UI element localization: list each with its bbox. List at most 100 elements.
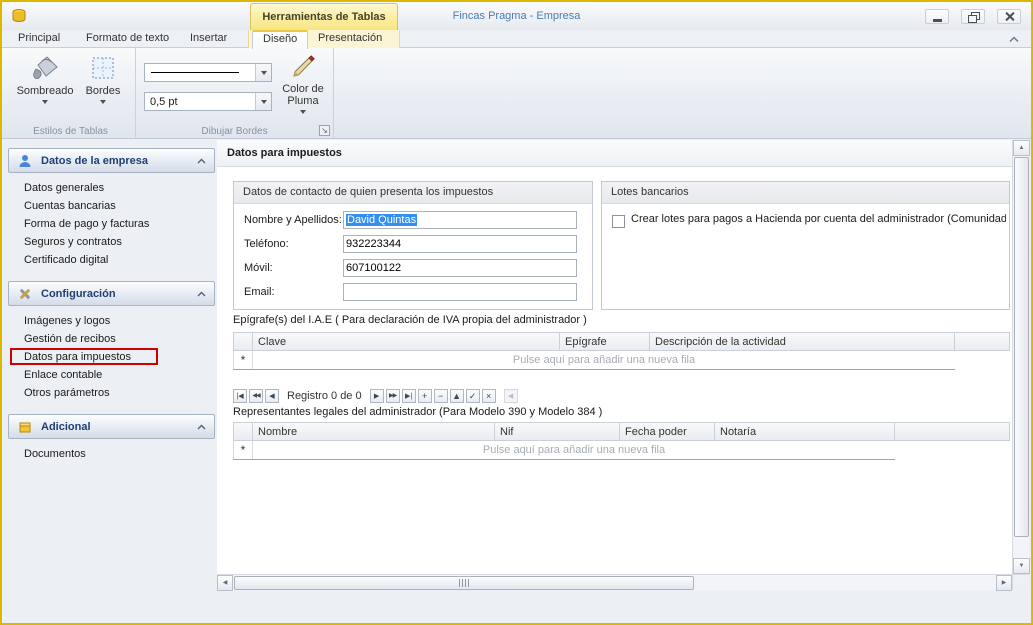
nombre-apellidos-input[interactable]: David Quintas (343, 211, 577, 229)
telefono-value: 932223344 (346, 238, 401, 250)
contextual-tab-group-header: Herramientas de Tablas (250, 3, 398, 30)
column-header-fecha-poder[interactable]: Fecha poder (620, 422, 715, 441)
nav-delete-button[interactable]: − (434, 389, 448, 403)
tab-diseno[interactable]: Diseño (252, 30, 308, 49)
iae-grid-header: Clave Epígrafe Descripción de la activid… (233, 332, 1010, 351)
tab-insertar[interactable]: Insertar (180, 30, 237, 48)
group-label-estilos: Estilos de Tablas (6, 126, 135, 137)
restore-button[interactable] (961, 9, 985, 24)
group-header-label: Datos de la empresa (41, 155, 148, 167)
new-row[interactable]: * Pulse aquí para añadir una nueva fila (233, 351, 955, 370)
color-de-pluma-button[interactable]: Color de Pluma (276, 52, 330, 114)
chevron-up-icon (197, 424, 206, 430)
tab-principal[interactable]: Principal (8, 30, 70, 48)
sidebar-item-certificado-digital[interactable]: Certificado digital (8, 251, 215, 269)
lotes-checkbox[interactable] (612, 215, 625, 228)
ribbon-collapse-button[interactable] (1005, 33, 1023, 46)
sidebar-item-imagenes-logos[interactable]: Imágenes y logos (8, 312, 215, 330)
line-style-dropdown-button[interactable] (255, 64, 271, 81)
ribbon-group-dibujar-bordes: 0,5 pt Color de Pluma Dibujar Bordes ↘ (136, 48, 334, 138)
line-width-select[interactable]: 0,5 pt (144, 92, 272, 111)
telefono-label: Teléfono: (244, 235, 289, 253)
minimize-icon (933, 19, 942, 22)
paint-bucket-icon (30, 54, 60, 82)
sidebar-item-datos-impuestos[interactable]: Datos para impuestos (8, 348, 215, 366)
sidebar-item-forma-de-pago[interactable]: Forma de pago y facturas (8, 215, 215, 233)
column-header-nombre[interactable]: Nombre (253, 422, 495, 441)
iae-grid: Clave Epígrafe Descripción de la activid… (233, 332, 1010, 370)
scroll-left-button[interactable]: ◀ (217, 575, 233, 591)
nav-prev-button[interactable]: ◀ (265, 389, 279, 403)
new-row-hint[interactable]: Pulse aquí para añadir una nueva fila (253, 441, 895, 459)
email-input[interactable] (343, 283, 577, 301)
vertical-scrollbar-thumb[interactable] (1014, 157, 1029, 537)
scroll-right-button[interactable]: ▶ (996, 575, 1012, 591)
column-header-clave[interactable]: Clave (253, 332, 560, 351)
scroll-down-button[interactable]: ▼ (1013, 558, 1030, 574)
nav-first-button[interactable]: |◀ (233, 389, 247, 403)
column-header-descripcion[interactable]: Descripción de la actividad (650, 332, 955, 351)
nav-prev-page-button[interactable]: ◀◀ (249, 389, 263, 403)
ribbon-group-estilos-de-tablas: Sombreado Bordes Estilos de Tablas (6, 48, 136, 138)
tab-presentacion[interactable]: Presentación (308, 30, 392, 48)
ribbon-tab-row: Principal Formato de texto Insertar Dise… (2, 30, 1031, 48)
app-window: Fincas Pragma - Empresa Herramientas de … (0, 0, 1033, 625)
column-header-filler (895, 422, 1010, 441)
scrollbar-corner (1012, 574, 1029, 590)
sidebar-group-configuracion[interactable]: Configuración (8, 281, 215, 306)
nav-next-button[interactable]: ▶ (370, 389, 384, 403)
nombre-apellidos-label: Nombre y Apellidos: (244, 211, 342, 229)
nav-post-button[interactable]: ✓ (466, 389, 480, 403)
horizontal-scrollbar[interactable]: ◀ ▶ (217, 574, 1012, 590)
scroll-up-button[interactable]: ▲ (1013, 140, 1030, 156)
pen-color-icon (290, 54, 316, 80)
bordes-label: Bordes (86, 85, 121, 97)
sombreado-button[interactable]: Sombreado (18, 52, 72, 104)
column-header-notaria[interactable]: Notaría (715, 422, 895, 441)
horizontal-scrollbar-thumb[interactable] (234, 576, 694, 590)
sidebar-item-gestion-recibos[interactable]: Gestión de recibos (8, 330, 215, 348)
sidebar-item-datos-generales[interactable]: Datos generales (8, 179, 215, 197)
chevron-down-icon (261, 100, 267, 104)
tab-formato-texto[interactable]: Formato de texto (76, 30, 179, 48)
sidebar-group-datos-empresa[interactable]: Datos de la empresa (8, 148, 215, 173)
sidebar: Datos de la empresa Datos generales Cuen… (8, 148, 215, 475)
sidebar-item-cuentas-bancarias[interactable]: Cuentas bancarias (8, 197, 215, 215)
color-pluma-label: Color de Pluma (277, 83, 329, 107)
sidebar-item-seguros-contratos[interactable]: Seguros y contratos (8, 233, 215, 251)
lotes-checkbox-label[interactable]: Crear lotes para pagos a Hacienda por cu… (631, 213, 1006, 225)
sidebar-item-documentos[interactable]: Documentos (8, 445, 215, 463)
sidebar-items-group1: Datos generales Cuentas bancarias Forma … (8, 179, 215, 269)
contact-groupbox-title: Datos de contacto de quien presenta los … (234, 182, 592, 204)
nav-next-page-button[interactable]: ▶▶ (386, 389, 400, 403)
chevron-down-icon (300, 110, 306, 114)
minimize-button[interactable] (925, 9, 949, 24)
main-area: Datos de la empresa Datos generales Cuen… (2, 139, 1031, 623)
nav-edit-button[interactable]: ▲ (450, 389, 464, 403)
new-row[interactable]: * Pulse aquí para añadir una nueva fila (233, 441, 895, 460)
column-header-nif[interactable]: Nif (495, 422, 620, 441)
column-header-epigrafe[interactable]: Epígrafe (560, 332, 650, 351)
sidebar-item-otros-parametros[interactable]: Otros parámetros (8, 384, 215, 402)
row-indicator-icon: * (233, 351, 253, 369)
new-row-hint[interactable]: Pulse aquí para añadir una nueva fila (253, 351, 955, 369)
box-icon (17, 419, 33, 435)
movil-input[interactable]: 607100122 (343, 259, 577, 277)
close-icon (1004, 11, 1015, 22)
nav-last-button[interactable]: ▶| (402, 389, 416, 403)
group-header-label: Configuración (41, 288, 116, 300)
dialog-launcher-button[interactable]: ↘ (319, 125, 330, 136)
vertical-scrollbar[interactable]: ▲ ▼ (1012, 140, 1029, 574)
line-style-select[interactable] (144, 63, 272, 82)
title-bar: Fincas Pragma - Empresa Herramientas de … (2, 2, 1031, 30)
bordes-button[interactable]: Bordes (78, 52, 128, 104)
close-button[interactable] (997, 9, 1021, 24)
sidebar-item-enlace-contable[interactable]: Enlace contable (8, 366, 215, 384)
line-width-dropdown-button[interactable] (255, 93, 271, 110)
sidebar-group-adicional[interactable]: Adicional (8, 414, 215, 439)
nav-scroll-left-button[interactable]: ◀ (504, 389, 518, 403)
nav-cancel-button[interactable]: × (482, 389, 496, 403)
group-label-dibujar: Dibujar Bordes (136, 126, 333, 137)
nav-add-button[interactable]: + (418, 389, 432, 403)
telefono-input[interactable]: 932223344 (343, 235, 577, 253)
